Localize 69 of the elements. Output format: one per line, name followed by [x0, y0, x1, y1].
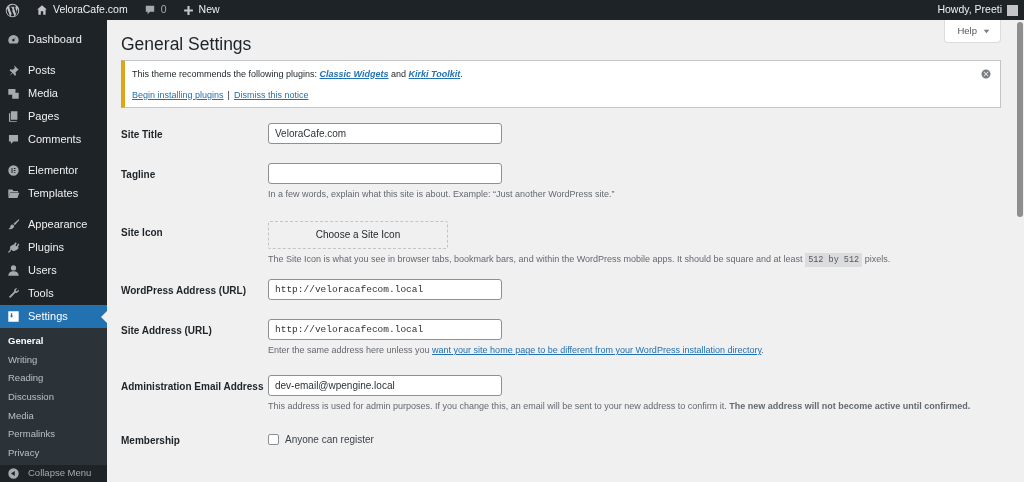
sidebar-item[interactable]: Users [0, 259, 107, 282]
field-label: Tagline [121, 168, 157, 182]
collapse-menu-button[interactable]: Collapse Menu [0, 464, 107, 482]
speech-bubble-icon [143, 4, 156, 16]
submenu-item[interactable]: General [0, 332, 107, 351]
gauge-icon [7, 33, 20, 46]
submenu-item[interactable]: Media [0, 406, 107, 426]
field-description: In a few words, explain what this site is about. Example: “Just another WordPress site.” [268, 188, 616, 201]
field-description: This address is used for admin purposes. If you change this, an email will be sent to your new address to confirm it. The new address will not become active until confirmed. [268, 399, 972, 413]
image-icon [7, 87, 20, 100]
sidebar-item[interactable]: Tools [0, 282, 107, 305]
field-label: Site Title [121, 128, 164, 142]
input-field[interactable] [268, 163, 502, 184]
submenu-item[interactable]: Reading [0, 369, 107, 389]
brush-icon [7, 218, 20, 231]
inline-link[interactable]: Classic Widgets [319, 69, 389, 79]
sidebar-item[interactable]: Posts [0, 59, 107, 82]
notice-action-link[interactable]: Dismiss this notice [233, 88, 309, 102]
wordpress-logo-icon [5, 2, 20, 18]
page-title: General Settings [121, 34, 253, 55]
home-icon [36, 4, 48, 16]
submenu-item[interactable]: Permalinks [0, 425, 107, 445]
wrench-icon [7, 287, 20, 300]
separator: | [227, 88, 230, 102]
sidebar-item[interactable]: Templates [0, 182, 107, 205]
sidebar-item[interactable]: Pages [0, 105, 107, 128]
input-field[interactable]: http://veloracafecom.local [268, 279, 502, 301]
input-field[interactable]: VeloraCafe.com [268, 123, 502, 144]
caret-icon [983, 27, 990, 35]
pushpin-icon [7, 64, 20, 77]
folder-icon [7, 187, 20, 200]
plug-icon [7, 241, 20, 254]
comments-link[interactable]: 0 [143, 2, 167, 18]
notice-action-link[interactable]: Begin installing plugins [132, 88, 224, 102]
field-label: Administration Email Address [121, 379, 265, 394]
help-button[interactable]: Help [944, 20, 1001, 44]
field-description: The Site Icon is what you see in browser tabs, bookmark bars, and within the WordPress mobile apps. It should be square and at least 512 by 512 pixels. [268, 252, 892, 267]
field-description: Enter the same address here unless you want your site home page to be different from your WordPress installation directory. [268, 344, 765, 358]
submenu-item[interactable]: Writing [0, 350, 107, 370]
sidebar-item[interactable]: Media [0, 82, 107, 105]
field-label: WordPress Address (URL) [121, 284, 248, 299]
input-field[interactable]: dev-email@wpengine.local [268, 374, 502, 396]
person-icon [7, 264, 20, 277]
sidebar-item[interactable]: Appearance [0, 213, 107, 236]
document-icon [7, 110, 20, 123]
sliders-icon [7, 310, 20, 323]
speech-bubble-icon [7, 133, 20, 146]
account-link[interactable]: Howdy, Preeti [937, 2, 1018, 18]
sidebar-item[interactable]: Plugins [0, 236, 107, 259]
avatar-icon [1007, 4, 1018, 16]
submenu-item[interactable]: Discussion [0, 388, 107, 407]
sidebar-item[interactable]: Elementor [0, 159, 107, 182]
checkbox-label[interactable]: Anyone can register [285, 432, 374, 448]
checkbox[interactable] [268, 434, 279, 446]
field-label: Membership [121, 434, 181, 449]
sidebar-item[interactable]: Comments [0, 128, 107, 151]
input-field[interactable]: http://veloracafecom.local [268, 319, 502, 341]
close-icon[interactable] [981, 69, 991, 79]
sidebar-item[interactable]: Dashboard [0, 28, 107, 51]
circle-arrow-icon [7, 466, 20, 480]
field-label: Site Address (URL) [121, 324, 213, 339]
submenu-item[interactable]: Privacy [0, 444, 107, 463]
plus-icon [182, 4, 194, 16]
new-content-link[interactable]: New [182, 2, 220, 18]
site-name-link[interactable]: VeloraCafe.com [36, 2, 128, 18]
choose-icon-button[interactable]: Choose a Site Icon [268, 220, 448, 249]
sidebar-item[interactable]: Settings [0, 305, 107, 328]
field-label: Site Icon [121, 225, 164, 240]
round-logo-icon [7, 164, 20, 177]
